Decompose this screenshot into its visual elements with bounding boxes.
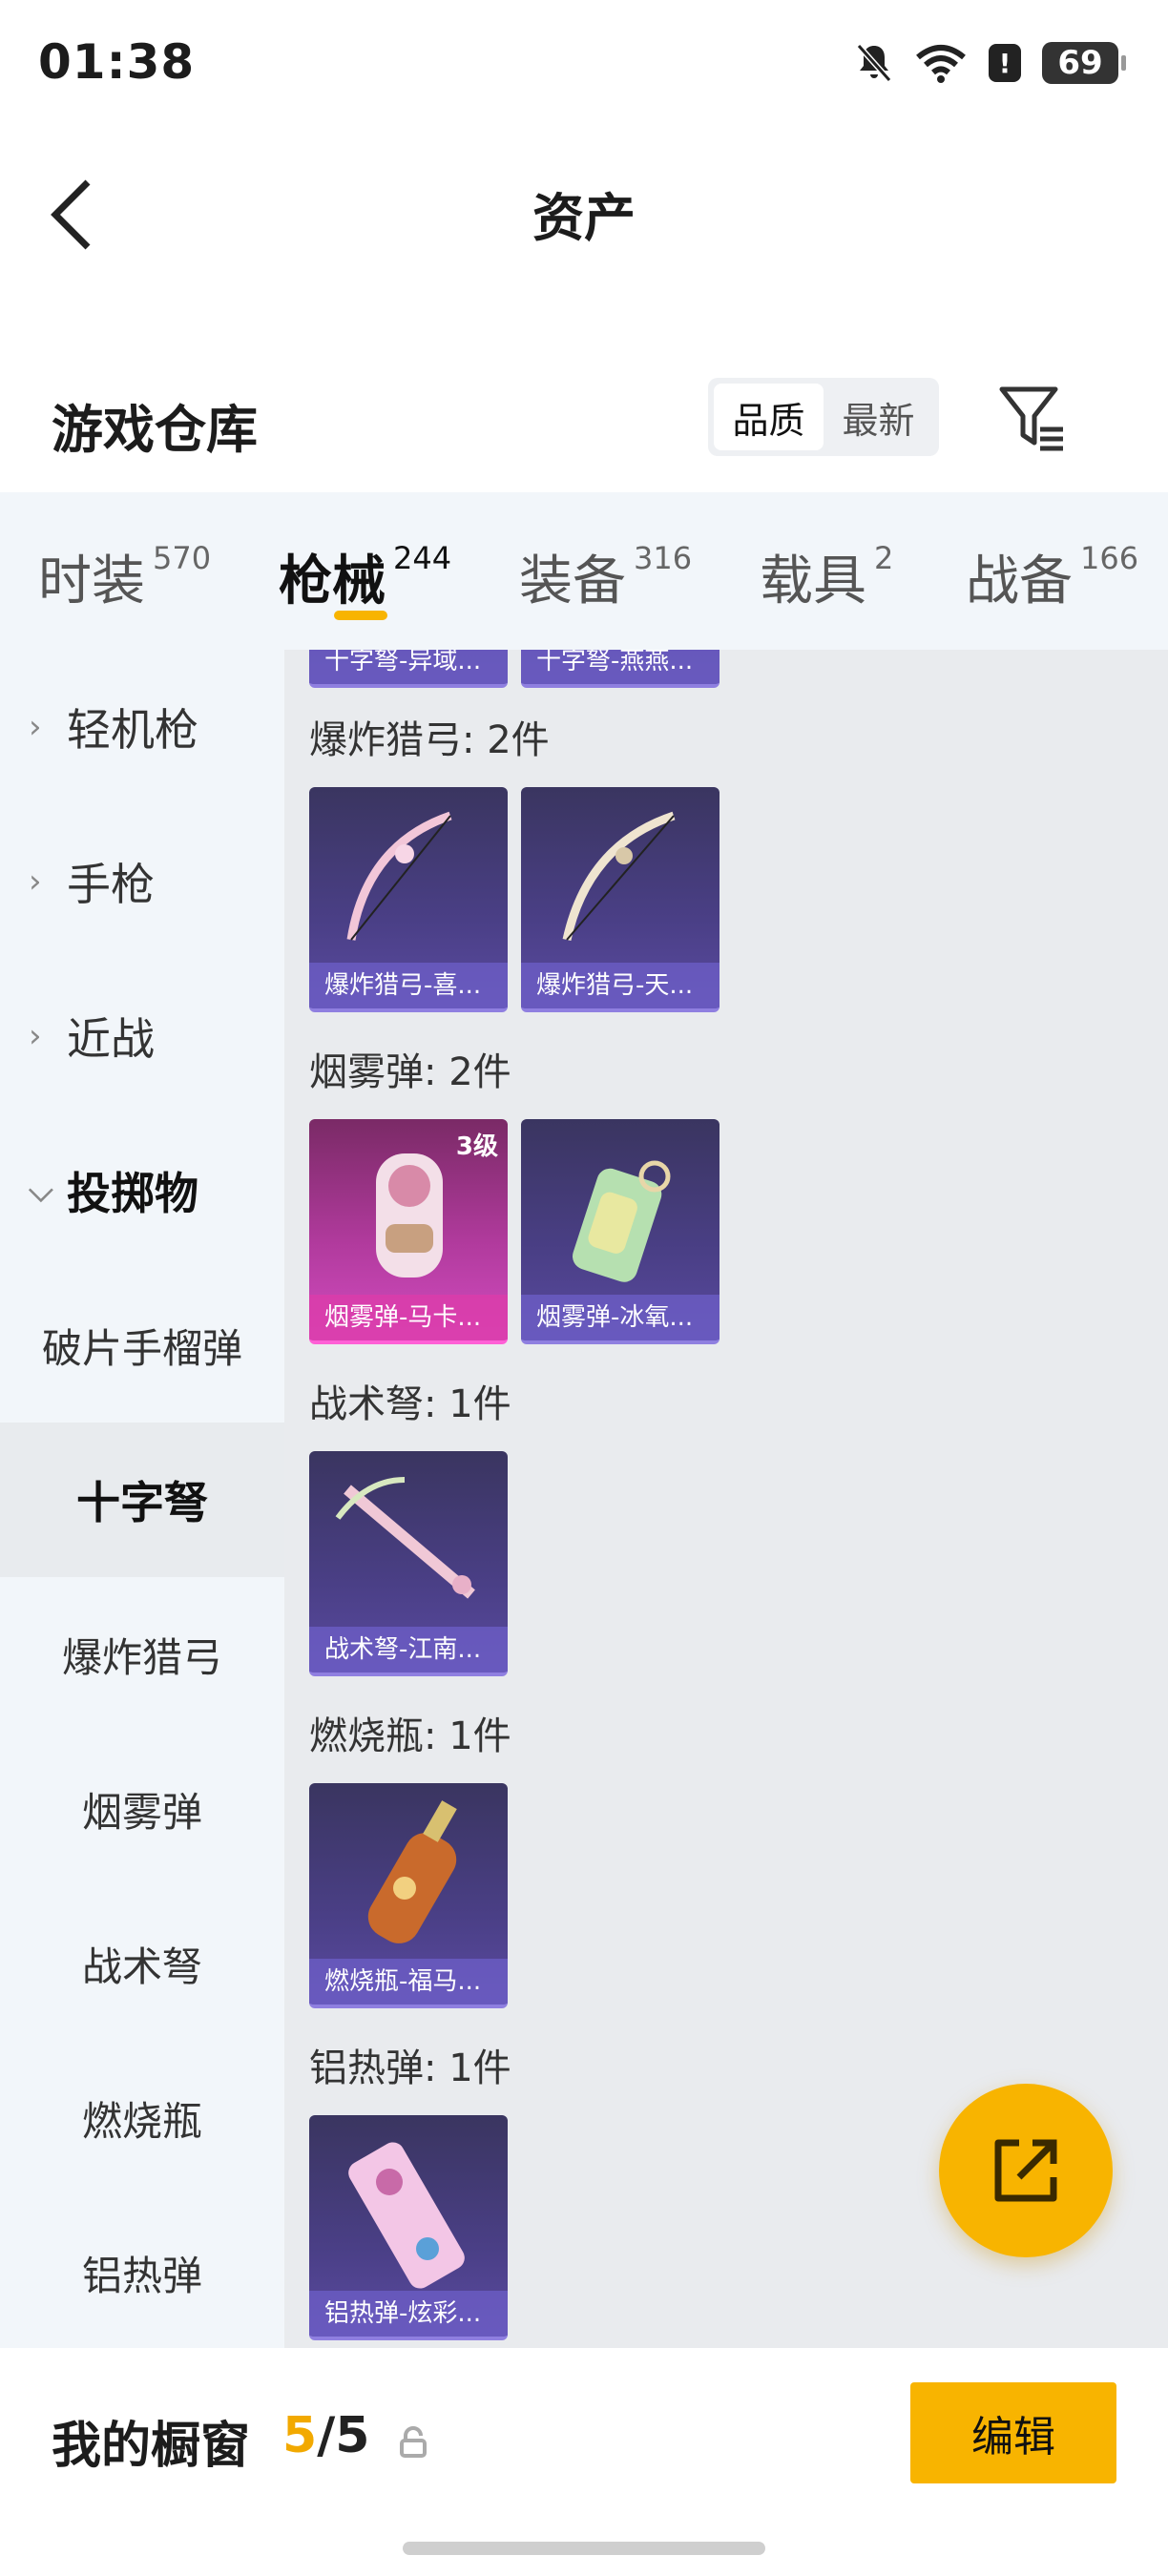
bow-icon (562, 811, 676, 941)
item-name: 十字弩-异域... (309, 650, 508, 684)
tab-label: 枪械 (279, 551, 386, 613)
chevron-right-icon: › (29, 708, 42, 746)
header: 资产 (0, 134, 1168, 277)
sidebar-group-label: 近战 (67, 1013, 155, 1065)
showcase-total: 5 (335, 2407, 370, 2464)
item-name: 爆炸猎弓-天... (521, 963, 720, 1008)
battery-icon: 69 (1042, 42, 1126, 84)
item-card[interactable]: 战术弩-江南... (309, 1451, 508, 1676)
section-title: 战术弩: 1件 (309, 1382, 511, 1426)
tab-count: 244 (393, 540, 452, 576)
item-name: 烟雾弹-冰氧... (521, 1295, 720, 1340)
sidebar-item-smoke-grenade[interactable]: 烟雾弹 (0, 1732, 284, 1886)
sidebar-item-tactical-crossbow[interactable]: 战术弩 (0, 1886, 284, 2041)
item-card[interactable]: 铝热弹-炫彩... (309, 2115, 508, 2340)
section-title: 燃烧瓶: 1件 (309, 1714, 511, 1758)
mute-bell-icon (856, 44, 892, 82)
section-title: 烟雾弹: 2件 (309, 1050, 511, 1094)
sidebar-group-pistol[interactable]: › 手枪 (0, 804, 284, 959)
item-card[interactable]: 燃烧瓶-福马... (309, 1783, 508, 2008)
sidebar-group-throwables[interactable]: ⌵ 投掷物 (0, 1113, 284, 1268)
sidebar-group-label: 投掷物 (67, 1168, 198, 1219)
item-card[interactable]: 十字弩-异域... (309, 650, 508, 688)
sort-option-latest[interactable]: 最新 (824, 384, 933, 450)
item-name: 烟雾弹-马卡... (309, 1295, 508, 1340)
crossbow-icon (335, 1477, 475, 1599)
wifi-icon (916, 45, 966, 83)
item-name: 铝热弹-炫彩... (309, 2291, 508, 2337)
status-bar: 01:38 ! 69 (0, 0, 1168, 134)
showcase-separator: / (317, 2407, 336, 2464)
alert-icon: ! (989, 44, 1021, 82)
tab-firearms[interactable]: 枪械 244 (279, 538, 451, 615)
sidebar-group-lmg[interactable]: › 轻机枪 (0, 650, 284, 804)
tab-label: 载具 (760, 551, 866, 613)
tab-count: 2 (874, 540, 894, 576)
item-name: 爆炸猎弓-喜... (309, 963, 508, 1008)
sidebar-item-frag-grenade[interactable]: 破片手榴弹 (0, 1268, 284, 1423)
item-card[interactable]: 爆炸猎弓-喜... (309, 787, 508, 1012)
item-card[interactable]: 爆炸猎弓-天... (521, 787, 720, 1012)
molotov-icon (367, 1800, 457, 1943)
chevron-down-icon: ⌵ (29, 1172, 53, 1210)
tab-count: 316 (634, 540, 693, 576)
warehouse-title: 游戏仓库 (52, 400, 258, 460)
item-name: 战术弩-江南... (309, 1627, 508, 1672)
active-tab-indicator (334, 611, 387, 620)
tab-vehicles[interactable]: 载具 2 (760, 538, 893, 615)
item-card[interactable]: 3级 烟雾弹-马卡... (309, 1119, 508, 1344)
tab-count: 570 (153, 540, 212, 576)
status-icons: ! 69 (855, 42, 1126, 84)
chevron-right-icon: › (29, 862, 42, 901)
share-button[interactable] (939, 2084, 1113, 2257)
edit-button[interactable]: 编辑 (910, 2382, 1116, 2483)
sidebar-item-molotov[interactable]: 燃烧瓶 (0, 2041, 284, 2195)
showcase-current: 5 (282, 2407, 318, 2464)
sidebar-group-melee[interactable]: › 近战 (0, 959, 284, 1113)
chevron-right-icon: › (29, 1017, 42, 1055)
item-card[interactable]: 十字弩-燕燕... (521, 650, 720, 688)
page-title: 资产 (532, 188, 636, 248)
warehouse-bar: 游戏仓库 品质 最新 (0, 363, 1168, 477)
item-level: 3级 (455, 1132, 498, 1161)
status-time: 01:38 (38, 34, 196, 90)
showcase-count: 5/5 (282, 2407, 369, 2464)
item-name: 十字弩-燕燕... (521, 650, 720, 684)
sort-option-quality[interactable]: 品质 (714, 384, 824, 450)
filter-icon (999, 386, 1063, 451)
sidebar-group-label: 轻机枪 (67, 704, 198, 756)
filter-button[interactable] (996, 382, 1069, 454)
tab-label: 战备 (966, 551, 1073, 613)
tab-count: 166 (1080, 540, 1139, 576)
item-name: 燃烧瓶-福马... (309, 1959, 508, 2005)
bow-icon (346, 811, 452, 941)
sort-toggle: 品质 最新 (708, 378, 939, 456)
share-icon (994, 2139, 1057, 2202)
item-card[interactable]: 烟雾弹-冰氧... (521, 1119, 720, 1344)
tab-label: 时装 (38, 551, 145, 613)
smoke-grenade-icon (573, 1160, 671, 1282)
tab-supplies[interactable]: 战备 166 (966, 538, 1138, 615)
sidebar-item-explosive-bow[interactable]: 爆炸猎弓 (0, 1577, 284, 1732)
sidebar: › 轻机枪 › 手枪 › 近战 ⌵ 投掷物 破片手榴弹 十字弩 爆炸猎弓 烟雾弹… (0, 650, 284, 2348)
thermite-icon (348, 2142, 465, 2289)
tab-label: 装备 (519, 551, 626, 613)
category-tabs: 时装 570 枪械 244 装备 316 载具 2 战备 166 (0, 492, 1168, 650)
sidebar-item-thermite[interactable]: 铝热弹 (0, 2195, 284, 2350)
tab-equipment[interactable]: 装备 316 (519, 538, 692, 615)
lock-icon (400, 2426, 427, 2458)
showcase-label: 我的橱窗 (52, 2418, 251, 2475)
tab-fashion[interactable]: 时装 570 (38, 538, 211, 615)
section-title: 铝热弹: 1件 (309, 2046, 511, 2090)
home-indicator[interactable] (403, 2542, 765, 2555)
section-title: 爆炸猎弓: 2件 (309, 718, 550, 762)
sidebar-group-label: 手枪 (67, 859, 155, 910)
sidebar-item-crossbow[interactable]: 十字弩 (0, 1423, 284, 1577)
